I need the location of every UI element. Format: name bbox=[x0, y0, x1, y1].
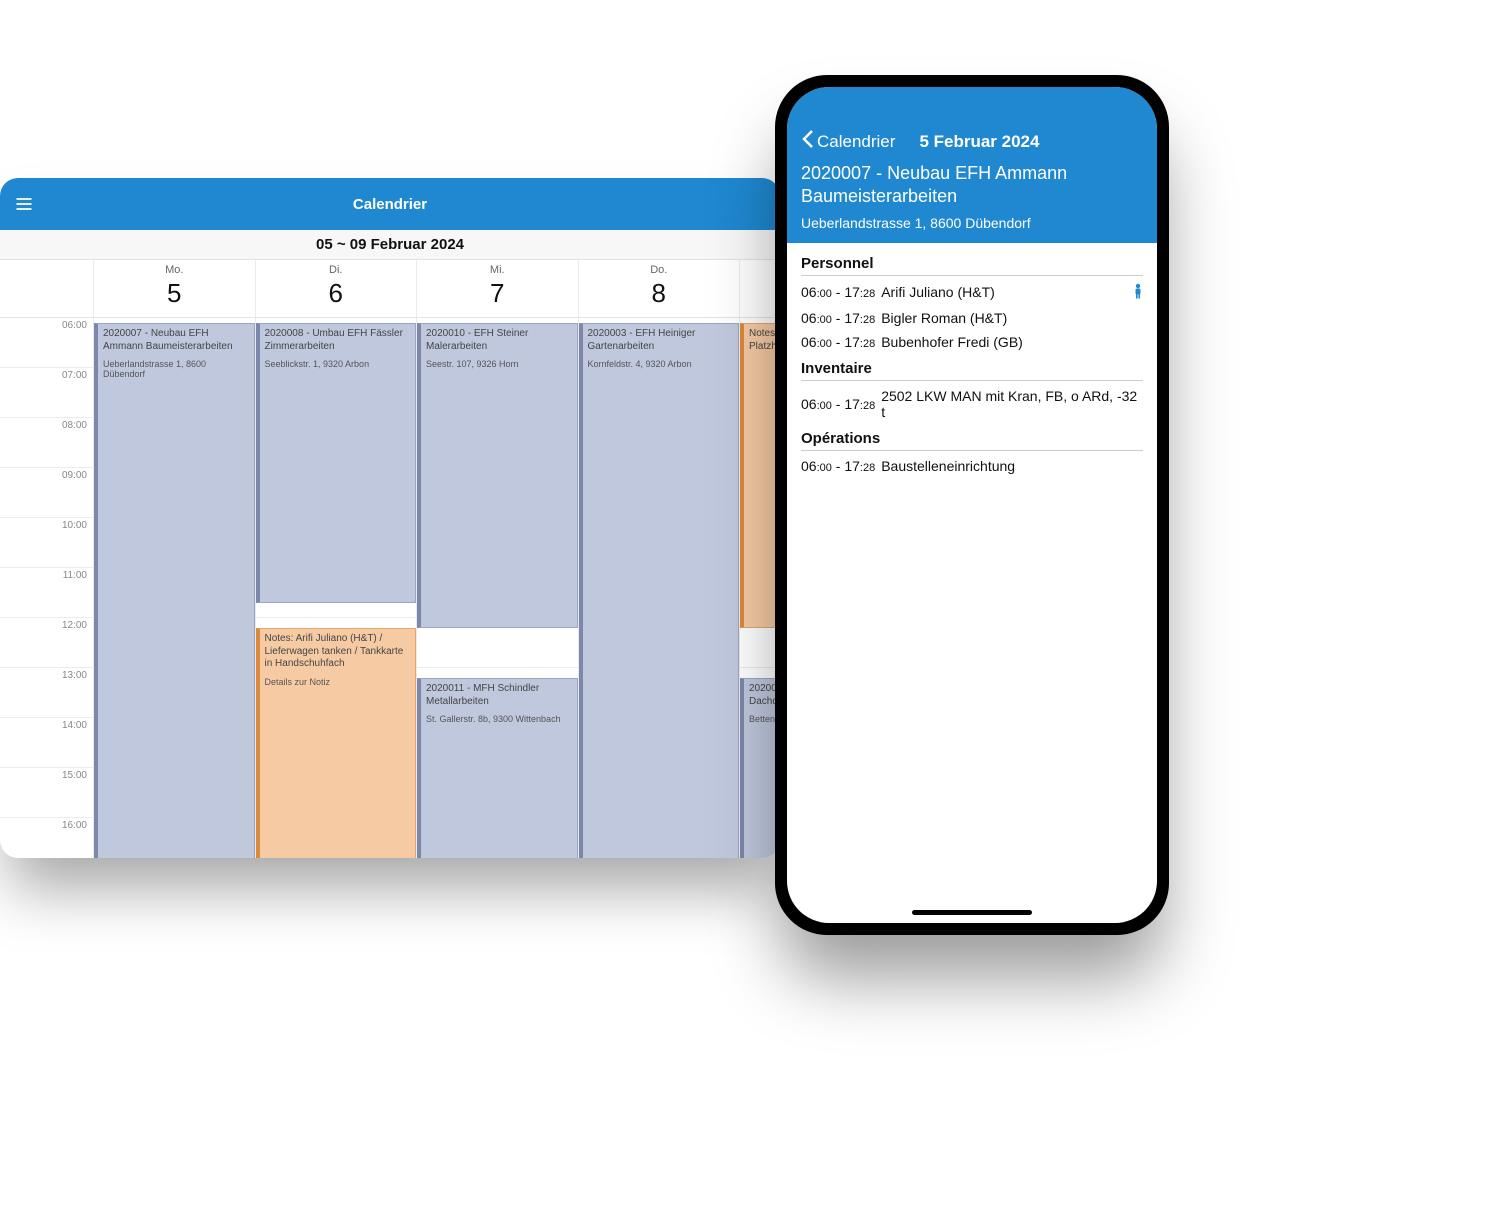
section-inventaire: Inventaire bbox=[801, 360, 1143, 381]
event-title: 2020007 - Neubau EFH Ammann Baumeisterar… bbox=[103, 328, 249, 353]
tablet-title: Calendrier bbox=[353, 196, 427, 213]
phone-nav: Calendrier 5 Februar 2024 bbox=[801, 129, 1143, 154]
time-label: 16:00 bbox=[0, 818, 93, 858]
time-label: 08:00 bbox=[0, 418, 93, 468]
list-item[interactable]: 06:00 - 17:28 Arifi Juliano (H&T) bbox=[801, 279, 1143, 306]
row-text: Arifi Juliano (H&T) bbox=[881, 284, 1127, 300]
day-number: 7 bbox=[417, 278, 578, 309]
person-icon bbox=[1133, 283, 1143, 302]
calendar-event[interactable]: 2020008 - Umbau EFH Fässler Zimmerarbeit… bbox=[256, 323, 417, 603]
calendar-event[interactable]: 2020007 - Neubau EFH Ammann Baumeisterar… bbox=[94, 323, 255, 858]
operations-list: 06:00 - 17:28 Baustelleneinrichtung bbox=[801, 454, 1143, 478]
section-personnel: Personnel bbox=[801, 255, 1143, 276]
event-subtitle: Betten& bbox=[749, 714, 774, 724]
calendar-grid: 06:0007:0008:0009:0010:0011:0012:0013:00… bbox=[0, 318, 780, 858]
time-range: 06:00 - 17:28 bbox=[801, 334, 875, 350]
dow-label: Di. bbox=[256, 264, 417, 276]
section-operations: Opérations bbox=[801, 430, 1143, 451]
time-label: 07:00 bbox=[0, 368, 93, 418]
inventaire-list: 06:00 - 17:28 2502 LKW MAN mit Kran, FB, … bbox=[801, 384, 1143, 424]
event-title: 2020003 - EFH Heiniger Gartenarbeiten bbox=[588, 328, 734, 353]
row-text: Bigler Roman (H&T) bbox=[881, 310, 1143, 326]
time-range: 06:00 - 17:28 bbox=[801, 396, 875, 412]
time-label: 09:00 bbox=[0, 468, 93, 518]
phone-date: 5 Februar 2024 bbox=[919, 132, 1039, 152]
event-title: 2020011 - MFH Schindler Metallarbeiten bbox=[426, 683, 572, 708]
event-subtitle: Details zur Notiz bbox=[265, 677, 411, 687]
phone-body: Personnel 06:00 - 17:28 Arifi Juliano (H&… bbox=[787, 243, 1157, 484]
day-number: 8 bbox=[579, 278, 740, 309]
time-label: 06:00 bbox=[0, 318, 93, 368]
list-item[interactable]: 06:00 - 17:28 Baustelleneinrichtung bbox=[801, 454, 1143, 478]
phone-header: Calendrier 5 Februar 2024 2020007 - Neub… bbox=[787, 87, 1157, 243]
day-col-fri: Notes: Platzha 202006 Dachde Betten& bbox=[740, 318, 780, 858]
calendar-event[interactable]: 2020011 - MFH Schindler Metallarbeiten St… bbox=[417, 678, 578, 858]
time-label: 13:00 bbox=[0, 668, 93, 718]
project-title: 2020007 - Neubau EFH Ammann Baumeisterar… bbox=[801, 162, 1143, 209]
day-number: 6 bbox=[256, 278, 417, 309]
day-head-tue[interactable]: Di. 6 bbox=[256, 260, 418, 317]
list-item[interactable]: 06:00 - 17:28 Bubenhofer Fredi (GB) bbox=[801, 330, 1143, 354]
dow-label: Mi. bbox=[417, 264, 578, 276]
event-title: 2020010 - EFH Steiner Malerarbeiten bbox=[426, 328, 572, 353]
event-title: Notes: Arifi Juliano (H&T) / Lieferwagen… bbox=[265, 633, 411, 671]
time-label: 14:00 bbox=[0, 718, 93, 768]
day-col-mon: 2020007 - Neubau EFH Ammann Baumeisterar… bbox=[94, 318, 256, 858]
date-range: 05 ~ 09 Februar 2024 bbox=[0, 230, 780, 260]
menu-icon[interactable] bbox=[14, 194, 34, 214]
phone-device: Calendrier 5 Februar 2024 2020007 - Neub… bbox=[775, 75, 1169, 935]
calendar-event[interactable]: Notes: Platzha bbox=[740, 323, 780, 628]
event-subtitle: St. Gallerstr. 8b, 9300 Wittenbach bbox=[426, 714, 572, 724]
time-column: 06:0007:0008:0009:0010:0011:0012:0013:00… bbox=[0, 318, 94, 858]
back-label: Calendrier bbox=[817, 132, 895, 152]
dow-label: Do. bbox=[579, 264, 740, 276]
chevron-left-icon bbox=[801, 129, 817, 154]
time-label: 12:00 bbox=[0, 618, 93, 668]
calendar-event[interactable]: Notes: Arifi Juliano (H&T) / Lieferwagen… bbox=[256, 628, 417, 858]
time-gutter-head bbox=[0, 260, 94, 317]
list-item[interactable]: 06:00 - 17:28 2502 LKW MAN mit Kran, FB, … bbox=[801, 384, 1143, 424]
home-indicator[interactable] bbox=[912, 910, 1032, 915]
time-label: 11:00 bbox=[0, 568, 93, 618]
time-range: 06:00 - 17:28 bbox=[801, 458, 875, 474]
day-head-fri[interactable] bbox=[740, 260, 780, 317]
day-col-wed: 2020010 - EFH Steiner Malerarbeiten Seest… bbox=[417, 318, 579, 858]
day-head-mon[interactable]: Mo. 5 bbox=[94, 260, 256, 317]
row-text: Baustelleneinrichtung bbox=[881, 458, 1143, 474]
tablet-device: Calendrier 05 ~ 09 Februar 2024 Mo. 5 Di… bbox=[0, 178, 780, 858]
row-text: 2502 LKW MAN mit Kran, FB, o ARd, -32 t bbox=[881, 388, 1143, 420]
time-label: 15:00 bbox=[0, 768, 93, 818]
dow-label: Mo. bbox=[94, 264, 255, 276]
event-subtitle: Kornfeldstr. 4, 9320 Arbon bbox=[588, 359, 734, 369]
day-head-wed[interactable]: Mi. 7 bbox=[417, 260, 579, 317]
back-button[interactable]: Calendrier bbox=[801, 129, 895, 154]
personnel-list: 06:00 - 17:28Arifi Juliano (H&T)06:00 - … bbox=[801, 279, 1143, 354]
row-text: Bubenhofer Fredi (GB) bbox=[881, 334, 1143, 350]
event-title: Notes: Platzha bbox=[749, 328, 774, 353]
event-subtitle: Seeblickstr. 1, 9320 Arbon bbox=[265, 359, 411, 369]
day-col-thu: 2020003 - EFH Heiniger Gartenarbeiten Kor… bbox=[579, 318, 741, 858]
project-address: Ueberlandstrasse 1, 8600 Dübendorf bbox=[801, 215, 1143, 231]
calendar-event[interactable]: 202006 Dachde Betten& bbox=[740, 678, 780, 858]
tablet-header: Calendrier bbox=[0, 178, 780, 230]
event-subtitle: Seestr. 107, 9326 Horn bbox=[426, 359, 572, 369]
time-range: 06:00 - 17:28 bbox=[801, 310, 875, 326]
event-subtitle: Ueberlandstrasse 1, 8600 Dübendorf bbox=[103, 359, 249, 379]
time-label: 10:00 bbox=[0, 518, 93, 568]
day-number: 5 bbox=[94, 278, 255, 309]
event-title: 202006 Dachde bbox=[749, 683, 774, 708]
day-col-tue: 2020008 - Umbau EFH Fässler Zimmerarbeit… bbox=[256, 318, 418, 858]
event-title: 2020008 - Umbau EFH Fässler Zimmerarbeit… bbox=[265, 328, 411, 353]
time-range: 06:00 - 17:28 bbox=[801, 284, 875, 300]
list-item[interactable]: 06:00 - 17:28 Bigler Roman (H&T) bbox=[801, 306, 1143, 330]
phone-screen: Calendrier 5 Februar 2024 2020007 - Neub… bbox=[787, 87, 1157, 923]
calendar-event[interactable]: 2020003 - EFH Heiniger Gartenarbeiten Kor… bbox=[579, 323, 740, 858]
calendar-event[interactable]: 2020010 - EFH Steiner Malerarbeiten Seest… bbox=[417, 323, 578, 628]
day-head-thu[interactable]: Do. 8 bbox=[579, 260, 741, 317]
day-headers: Mo. 5 Di. 6 Mi. 7 Do. 8 bbox=[0, 260, 780, 318]
